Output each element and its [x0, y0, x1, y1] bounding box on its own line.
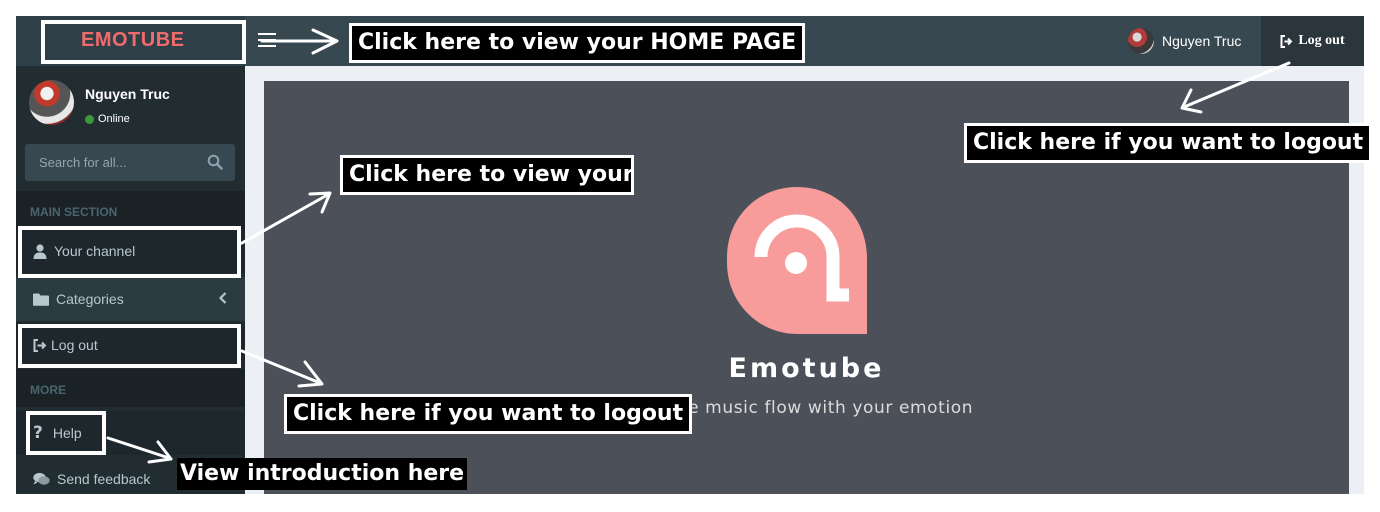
annotation-arrows — [106, 28, 1291, 464]
annotation-logout-top: Click here if you want to logout — [964, 123, 1373, 163]
annotation-help: View introduction here — [177, 458, 468, 490]
annotation-your-channel: Click here to view your — [340, 155, 634, 195]
annotation-home-page: Click here to view your HOME PAGE — [349, 23, 806, 63]
annotation-logout-side: Click here if you want to logout — [284, 394, 693, 434]
